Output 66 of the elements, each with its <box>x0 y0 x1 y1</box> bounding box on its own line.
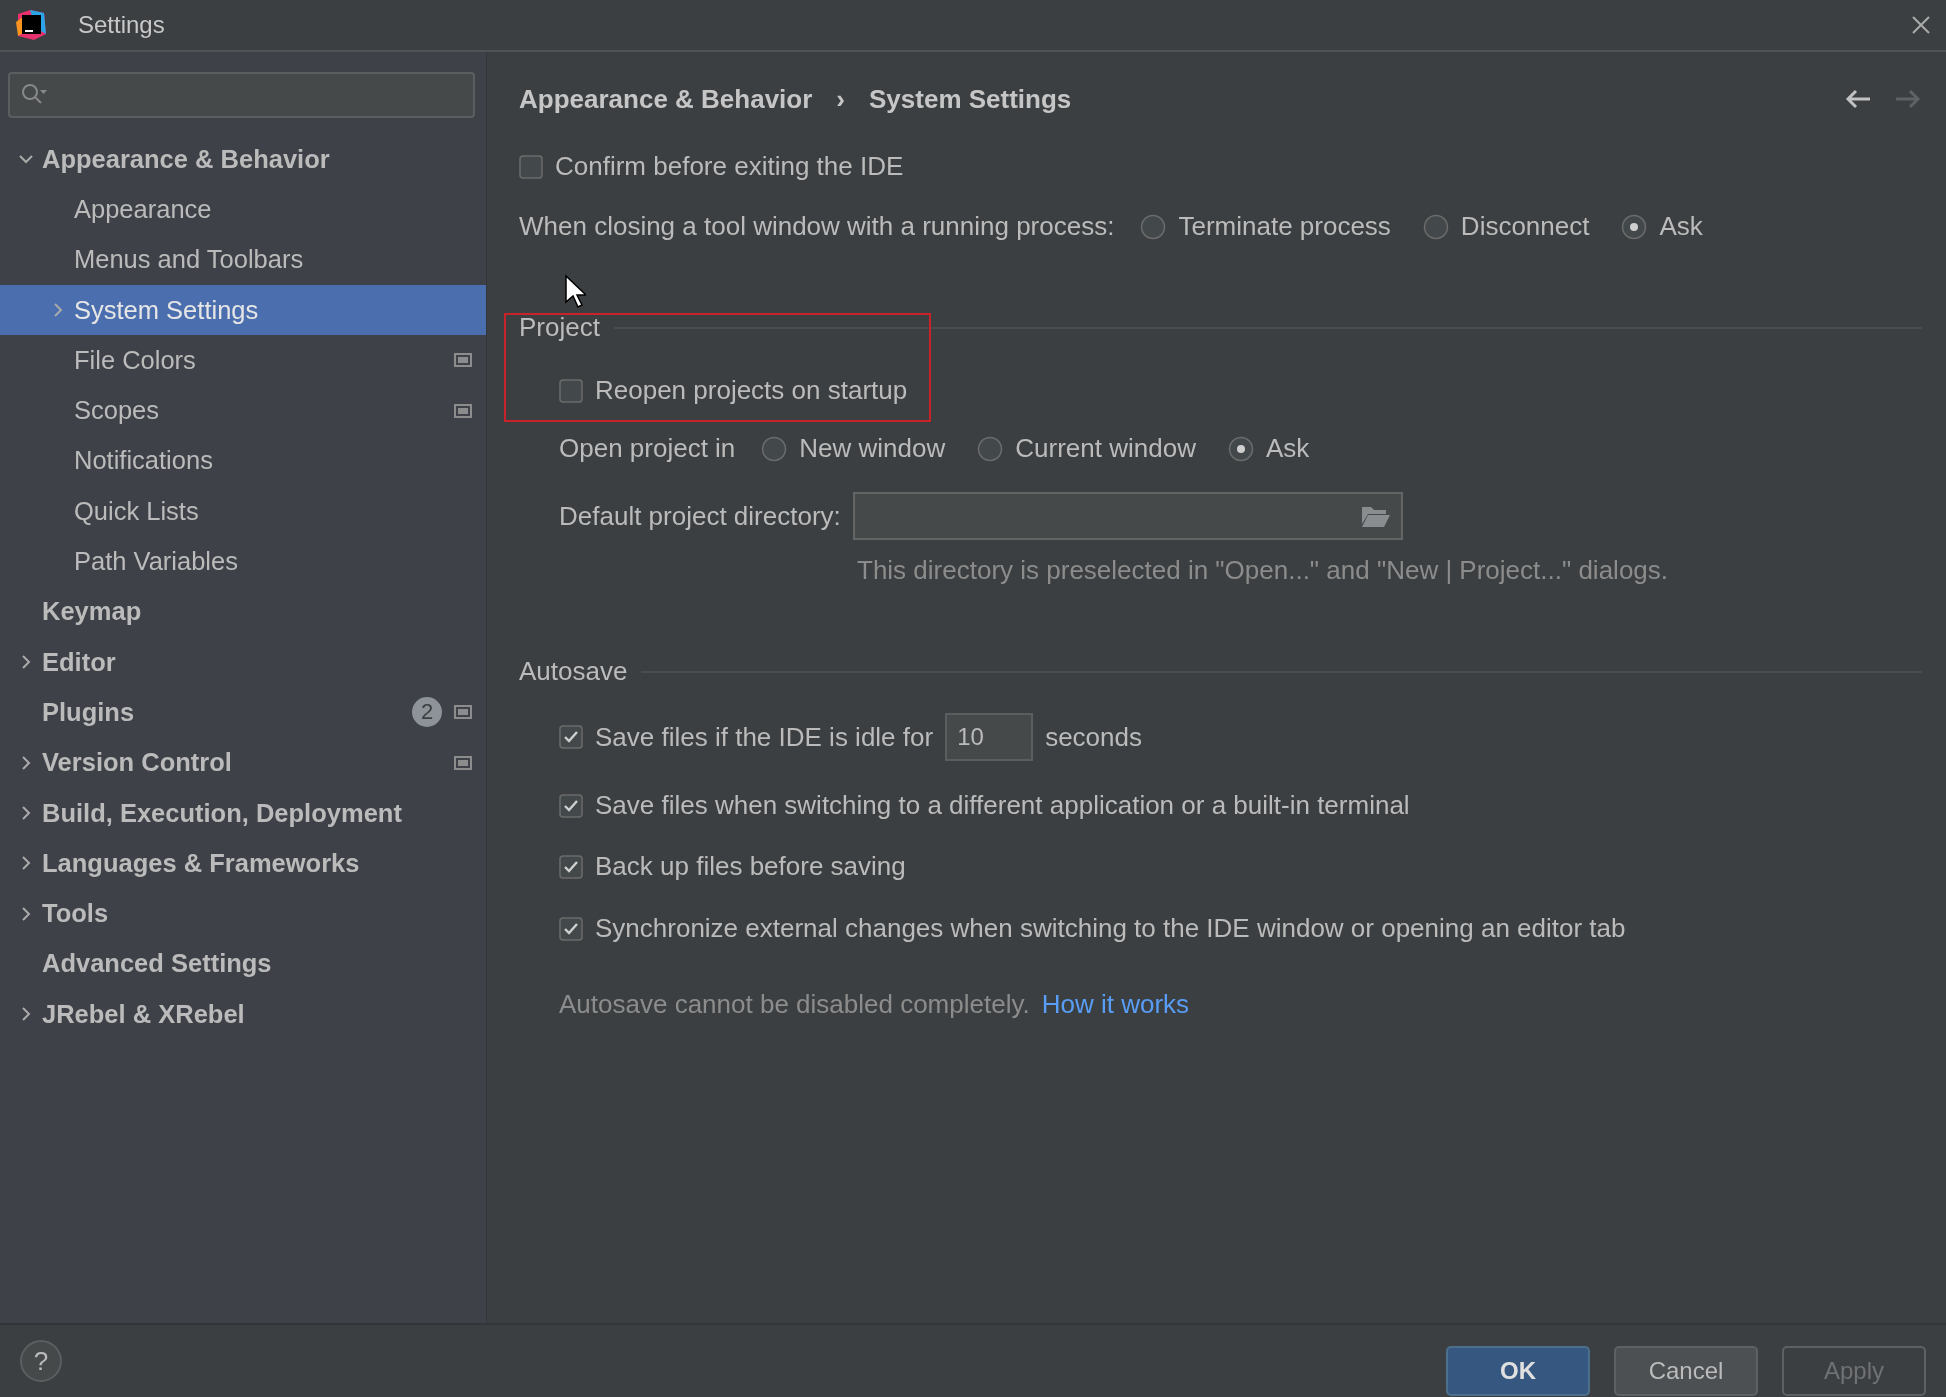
help-button[interactable]: ? <box>20 1340 62 1382</box>
tree-item-label: Plugins <box>42 697 136 727</box>
tree-item[interactable]: Tools <box>0 888 486 939</box>
radio-label: Terminate process <box>1178 211 1391 242</box>
tree-item[interactable]: Appearance & Behavior <box>0 134 486 185</box>
tree-item[interactable]: Quick Lists <box>0 486 486 537</box>
how-it-works-link[interactable]: How it works <box>1041 989 1190 1020</box>
checkbox-label: Synchronize external changes when switching to the IDE window or opening an editor tab <box>595 913 1626 944</box>
tree-item[interactable]: Scopes <box>0 385 486 436</box>
tree-item[interactable]: Advanced Settings <box>0 938 486 990</box>
tree-item[interactable]: JRebel & XRebel <box>0 989 486 1040</box>
tree-item[interactable]: Languages & Frameworks <box>0 838 486 889</box>
radio-label: Disconnect <box>1460 211 1590 242</box>
tree-item[interactable]: Path Variables <box>0 536 486 587</box>
option-label: When closing a tool window with a running process: <box>519 211 1115 242</box>
tree-item-label: Path Variables <box>74 547 239 576</box>
section-title: Project <box>519 312 600 343</box>
tree-item-label: Appearance & Behavior <box>42 144 331 174</box>
window-title: Settings <box>78 11 165 39</box>
tree-item-label: Advanced Settings <box>42 949 273 979</box>
checkbox-label: Confirm before exiting the IDE <box>555 151 904 182</box>
dialog-button[interactable]: Cancel <box>1614 1346 1758 1396</box>
option-label: Open project in <box>559 433 736 464</box>
tree-item[interactable]: Build, Execution, Deployment <box>0 787 486 839</box>
tree-item[interactable]: File Colors <box>0 335 486 386</box>
tree-item-label: File Colors <box>74 345 197 375</box>
breadcrumb-item: Appearance & Behavior <box>519 83 813 115</box>
tree-item-label: Languages & Frameworks <box>42 848 361 878</box>
tree-item[interactable]: Editor <box>0 636 486 688</box>
checkbox-label: Back up files before saving <box>595 851 906 882</box>
tree-item-label: Menus and Toolbars <box>74 245 305 275</box>
tree-item-label: Editor <box>42 647 117 677</box>
tree-item-label: Keymap <box>42 597 143 627</box>
section-title: Autosave <box>519 656 628 687</box>
hint-text: This directory is preselected in "Open..." and "New | Project..." dialogs. <box>857 555 1670 586</box>
checkbox-label: Save files if the IDE is idle for <box>595 721 934 753</box>
tree-item-label: Quick Lists <box>74 496 200 526</box>
radio-label: New window <box>799 433 946 464</box>
count-badge: 2 <box>412 697 442 728</box>
tree-item[interactable]: Version Control <box>0 737 486 788</box>
tree-item-label: Tools <box>42 899 110 929</box>
radio-label: Current window <box>1015 433 1196 464</box>
checkbox-label: Save files when switching to a different application or a built-in terminal <box>595 790 1410 821</box>
tree-item[interactable]: Keymap <box>0 586 486 637</box>
dialog-button[interactable]: OK <box>1446 1346 1590 1396</box>
tree-item[interactable]: System Settings <box>0 284 486 336</box>
tree-item-label: Notifications <box>74 446 214 476</box>
tree-item-label: System Settings <box>74 295 260 325</box>
breadcrumb-separator: › <box>836 83 845 115</box>
tree-item-label: JRebel & XRebel <box>42 999 246 1029</box>
tree-item[interactable]: Plugins 2 <box>0 687 486 738</box>
tree-item-label: Build, Execution, Deployment <box>42 798 403 828</box>
tree-item[interactable]: Notifications <box>0 435 486 487</box>
breadcrumb-item: System Settings <box>869 83 1072 115</box>
tree-item-label: Version Control <box>42 748 233 778</box>
checkbox-label: Reopen projects on startup <box>595 375 908 406</box>
field-label: Default project directory: <box>559 500 841 532</box>
seconds-field[interactable]: 10 <box>945 713 1034 761</box>
tree-item[interactable]: Menus and Toolbars <box>0 234 486 285</box>
tree-item-label: Scopes <box>74 396 161 426</box>
tree-item-label: Appearance <box>74 194 213 224</box>
tree-item[interactable]: Appearance <box>0 184 486 235</box>
radio-label: Ask <box>1659 211 1703 242</box>
note-text: Autosave cannot be disabled completely. <box>559 989 1030 1020</box>
unit-label: seconds <box>1045 721 1142 753</box>
radio-label: Ask <box>1265 433 1310 464</box>
